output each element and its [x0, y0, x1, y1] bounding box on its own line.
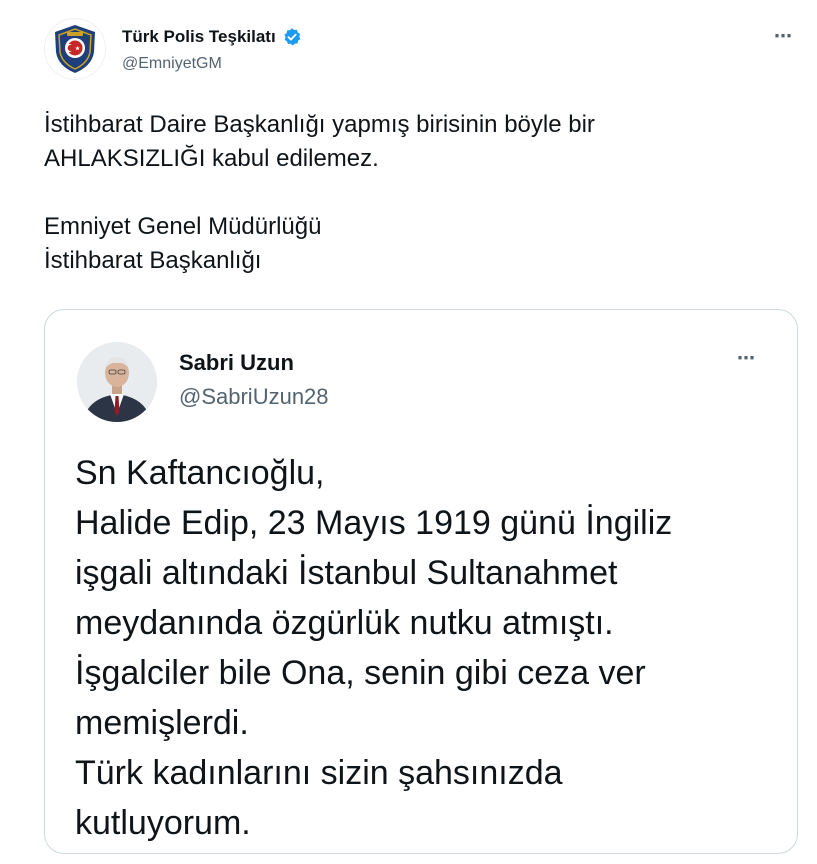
tweet-signature-line: İstihbarat Başkanlığı	[44, 247, 262, 274]
tweet-text-line: İstihbarat Daire Başkanlığı yapmış biris…	[44, 111, 595, 138]
tweet-signature-line: Emniyet Genel Müdürlüğü	[44, 213, 322, 240]
police-badge-icon	[55, 25, 95, 73]
quoted-author-avatar[interactable]	[77, 342, 157, 422]
quoted-text-line: memişlerdi.	[75, 704, 249, 742]
author-name[interactable]: Türk Polis Teşkilatı	[122, 27, 302, 47]
quoted-text-line: işgali altındaki İstanbul Sultanahmet	[75, 554, 618, 592]
more-options-icon[interactable]: ⋯	[774, 26, 793, 47]
tweet: Türk Polis Teşkilatı @EmniyetGM ⋯ İstihb…	[0, 0, 817, 864]
author-name-text: Türk Polis Teşkilatı	[122, 27, 276, 46]
author-avatar[interactable]	[44, 18, 106, 80]
quoted-more-options-icon[interactable]: ⋯	[737, 348, 756, 369]
quoted-author-name[interactable]: Sabri Uzun	[179, 350, 294, 376]
profile-photo-icon	[77, 342, 157, 422]
quoted-text-line: İşgalciler bile Ona, senin gibi ceza ver	[75, 654, 646, 692]
quoted-tweet-card[interactable]: Sabri Uzun @SabriUzun28 ⋯ Sn Kaftancıoğl…	[44, 309, 798, 854]
tweet-text: İstihbarat Daire Başkanlığı yapmış biris…	[44, 108, 784, 278]
quoted-text-line: Sn Kaftancıoğlu,	[75, 454, 325, 492]
author-handle[interactable]: @EmniyetGM	[122, 55, 222, 73]
quoted-text-line: Türk kadınlarını sizin şahsınızda	[75, 754, 563, 792]
tweet-text-line: AHLAKSIZLIĞI kabul edilemez.	[44, 145, 379, 172]
quoted-text-line: kutluyorum.	[75, 804, 251, 842]
quoted-tweet-text: Sn Kaftancıoğlu, Halide Edip, 23 Mayıs 1…	[75, 448, 775, 848]
verified-badge-icon	[284, 28, 301, 46]
quoted-author-handle[interactable]: @SabriUzun28	[179, 384, 329, 410]
quoted-text-line: Halide Edip, 23 Mayıs 1919 günü İngiliz	[75, 504, 673, 542]
quoted-text-line: meydanında özgürlük nutku atmıştı.	[75, 604, 614, 642]
